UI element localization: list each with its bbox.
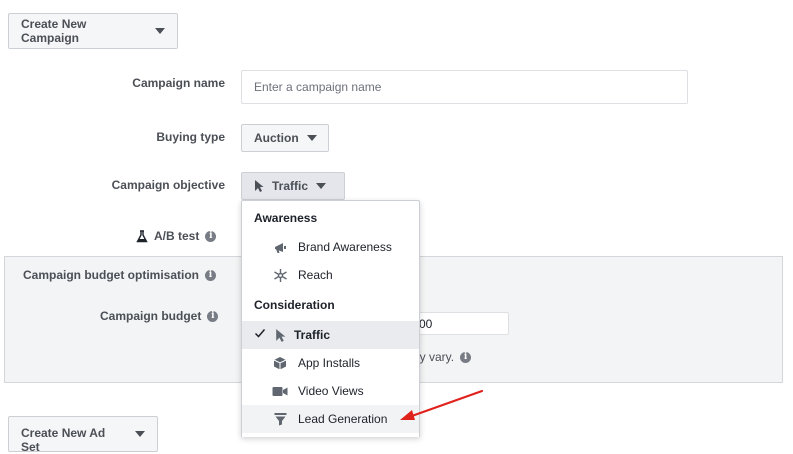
create-ad-set-label: Create New Ad Set [21,426,106,454]
info-icon[interactable]: i [207,310,219,322]
menu-item-lead-generation[interactable]: Lead Generation [242,405,419,433]
megaphone-icon [272,239,288,255]
campaign-budget-value: 00 [419,316,433,331]
budget-hint: ay vary. i [413,350,472,364]
chevron-down-icon [155,28,165,34]
chevron-down-icon [306,135,317,141]
info-icon[interactable]: i [205,230,217,242]
menu-item-video-views[interactable]: Video Views [242,377,419,405]
ab-test-label: A/B test [154,229,200,243]
checkmark-icon [254,327,266,342]
menu-item-label: Lead Generation [298,412,388,426]
menu-item-label: Video Views [298,384,364,398]
campaign-name-input[interactable] [241,70,688,104]
cursor-icon [255,180,264,192]
create-campaign-label: Create New Campaign [21,17,87,45]
campaign-budget-label: Campaign budget [100,309,202,323]
campaign-objective-label: Campaign objective [111,178,225,192]
menu-item-reach[interactable]: Reach [242,261,419,289]
menu-item-traffic[interactable]: Traffic [242,321,419,349]
menu-group-consideration-heading: Consideration [254,298,335,312]
flask-icon [136,229,148,242]
menu-item-brand-awareness[interactable]: Brand Awareness [242,233,419,261]
info-icon[interactable]: i [205,269,216,281]
menu-group-awareness-heading: Awareness [254,211,318,225]
campaign-objective-dropdown[interactable]: Traffic [241,172,345,200]
buying-type-label: Buying type [156,130,225,144]
menu-item-label: Brand Awareness [298,240,392,254]
budget-optimisation-row: Campaign budget optimisation i [23,268,216,282]
chevron-down-icon [135,431,145,437]
objective-menu: Awareness Brand Awareness Reach Consider… [241,200,420,437]
video-camera-icon [272,383,288,399]
campaign-budget-row: Campaign budget i [100,309,219,323]
reach-icon [272,267,288,283]
budget-optimisation-label: Campaign budget optimisation [23,268,199,282]
box-icon [272,355,288,371]
create-ad-set-button[interactable]: Create New Ad Set [8,416,158,454]
menu-item-label: Traffic [294,328,331,342]
create-campaign-button[interactable]: Create New Campaign [8,13,178,49]
buying-type-dropdown[interactable]: Auction [241,124,329,152]
cursor-icon [272,327,288,343]
ab-test-row: A/B test i [136,229,217,243]
chevron-down-icon [316,183,327,189]
menu-item-app-installs[interactable]: App Installs [242,349,419,377]
funnel-icon [272,411,288,427]
annotation-arrow [400,389,484,420]
info-icon[interactable]: i [460,351,472,363]
campaign-name-label: Campaign name [132,76,225,90]
menu-item-label: App Installs [298,356,361,370]
campaign-objective-value: Traffic [272,179,309,193]
buying-type-value: Auction [254,131,299,145]
menu-item-label: Reach [298,268,333,282]
